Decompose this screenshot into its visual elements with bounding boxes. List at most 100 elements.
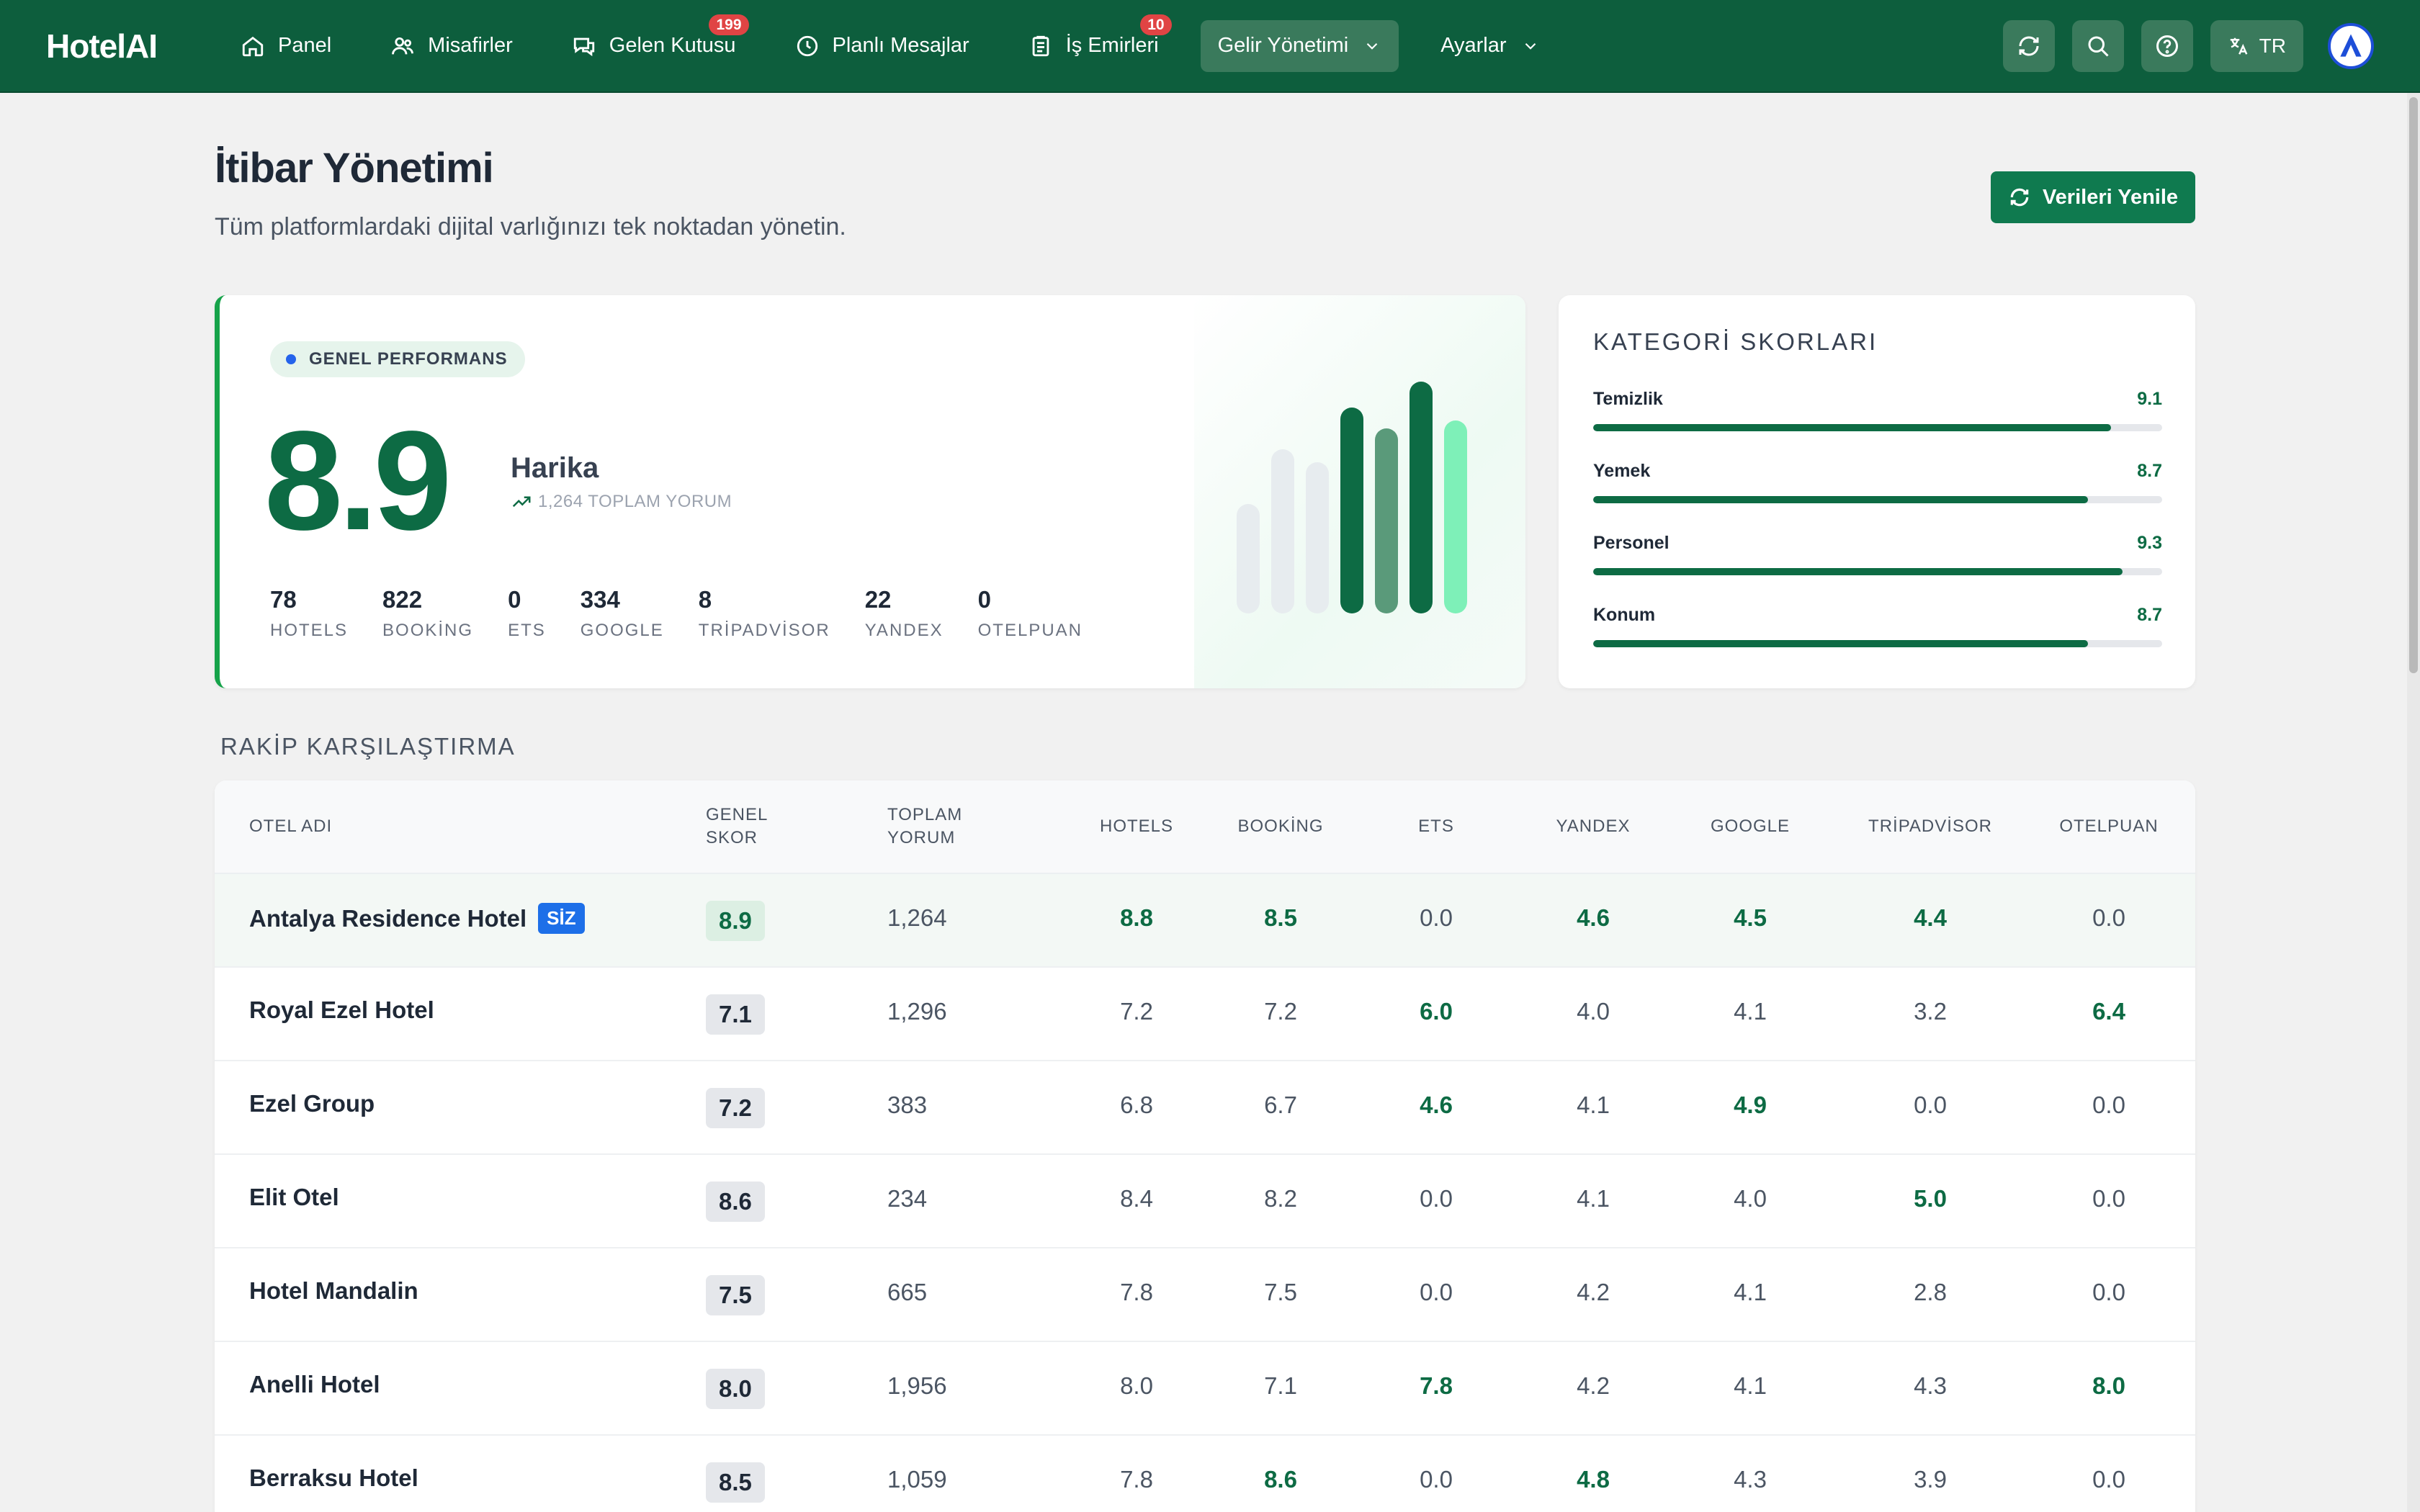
- platform-score-hotels: 7.2: [1120, 998, 1153, 1025]
- total-reviews-cell: 1,264: [887, 904, 947, 931]
- brand-logo[interactable]: HotelAI: [46, 27, 158, 66]
- scrollbar-thumb[interactable]: [2409, 97, 2418, 673]
- column-header-total-reviews[interactable]: TOPLAM YORUM: [887, 804, 962, 850]
- platform-score-booking: 7.2: [1264, 998, 1297, 1025]
- platform-score-hotels: 8.8: [1120, 904, 1153, 931]
- search-button[interactable]: [2071, 19, 2124, 72]
- overall-score-badge: 7.1: [706, 994, 765, 1035]
- platform-score-otelpuan: 8.0: [2092, 1372, 2125, 1399]
- table-row[interactable]: Berraksu Hotel 8.5 1,059 7.8 8.6 0.0 4.8 4.3 3.9…: [215, 1436, 2195, 1512]
- language-selector[interactable]: TR: [2210, 19, 2303, 72]
- platform-name: ETS: [508, 621, 546, 640]
- column-header-hotels[interactable]: HOTELS: [1100, 815, 1173, 838]
- work-orders-count-badge: 10: [1140, 14, 1172, 35]
- platform-score-otelpuan: 6.4: [2092, 998, 2125, 1025]
- platform-review-counts: 78 HOTELS 822 BOOKİNG 0 ETS 334 GOOGLE 8 TRİP…: [270, 586, 1117, 641]
- hotel-name: Antalya Residence Hotel: [249, 904, 527, 932]
- column-header-booking[interactable]: BOOKİNG: [1237, 815, 1323, 838]
- platform-score-otelpuan: 0.0: [2092, 1466, 2125, 1493]
- hotel-name: Hotel Mandalin: [249, 1277, 418, 1304]
- nav-item-scheduled-messages[interactable]: Planlı Mesajlar: [778, 20, 987, 72]
- platform-score-tripadvisor: 2.8: [1914, 1279, 1947, 1305]
- column-header-yandex[interactable]: YANDEX: [1556, 815, 1631, 838]
- decorative-bar: [1444, 420, 1467, 613]
- column-header-hotel-name[interactable]: OTEL ADI: [249, 815, 332, 838]
- nav-item-work-orders[interactable]: İş Emirleri 10: [1011, 14, 1176, 72]
- platform-score-google: 4.1: [1734, 1279, 1767, 1305]
- total-reviews-cell: 383: [887, 1092, 928, 1118]
- platform-score-hotels: 8.0: [1120, 1372, 1153, 1399]
- column-header-google[interactable]: GOOGLE: [1711, 815, 1790, 838]
- platform-score-yandex: 4.1: [1577, 1092, 1610, 1118]
- platform-score-booking: 6.7: [1264, 1092, 1297, 1118]
- platform-stat-yandex: 22 YANDEX: [865, 586, 944, 641]
- decorative-bar: [1306, 462, 1329, 613]
- category-row-food: Yemek 8.7: [1593, 461, 2162, 503]
- performance-pill-label: GENEL PERFORMANS: [309, 349, 508, 369]
- nav-item-guests[interactable]: Misafirler: [373, 20, 530, 72]
- category-scores-card: KATEGORİ SKORLARI Temizlik 9.1 Yemek 8.7 P…: [1559, 295, 2195, 688]
- page-subtitle: Tüm platformlardaki dijital varlığınızı …: [215, 213, 846, 240]
- column-header-ets[interactable]: ETS: [1418, 815, 1454, 838]
- column-header-overall-score[interactable]: GENEL SKOR: [706, 804, 768, 850]
- column-header-otelpuan[interactable]: OTELPUAN: [2059, 815, 2158, 838]
- sync-icon: [2019, 36, 2039, 55]
- performance-pill: GENEL PERFORMANS: [270, 341, 525, 377]
- table-row[interactable]: Anelli Hotel 8.0 1,956 8.0 7.1 7.8 4.2 4.1 4.3 8.…: [215, 1342, 2195, 1436]
- own-hotel-badge: SİZ: [538, 903, 585, 934]
- category-progress-fill: [1593, 496, 2089, 503]
- platform-score-tripadvisor: 3.9: [1914, 1466, 1947, 1493]
- category-progress-track: [1593, 424, 2162, 431]
- overall-score: 8.9: [264, 402, 452, 559]
- table-row[interactable]: Elit Otel 8.6 234 8.4 8.2 0.0 4.1 4.0 5.0 0.0: [215, 1155, 2195, 1248]
- platform-score-ets: 7.8: [1420, 1372, 1453, 1399]
- category-row-cleanliness: Temizlik 9.1: [1593, 389, 2162, 431]
- category-value: 9.3: [2137, 533, 2162, 553]
- chevron-down-icon: [1366, 42, 1378, 50]
- page-scrollbar[interactable]: [2407, 93, 2420, 1512]
- table-row[interactable]: Hotel Mandalin 7.5 665 7.8 7.5 0.0 4.2 4.1 2.8 0.…: [215, 1248, 2195, 1342]
- help-button[interactable]: [2141, 19, 2193, 72]
- table-row-own-hotel[interactable]: Antalya Residence Hotel SİZ 8.9 1,264 8.8 8.5…: [215, 874, 2195, 968]
- hotel-name-cell: Anelli Hotel: [249, 1371, 380, 1398]
- nav-item-revenue-management[interactable]: Gelir Yönetimi: [1200, 19, 1399, 72]
- help-icon: [2156, 35, 2178, 57]
- nav-item-settings[interactable]: Ayarlar: [1423, 20, 1556, 72]
- category-label: Personel: [1593, 533, 1670, 553]
- user-avatar[interactable]: [2328, 22, 2374, 69]
- table-row[interactable]: Ezel Group 7.2 383 6.8 6.7 4.6 4.1 4.9 0.0 0.0: [215, 1061, 2195, 1155]
- platform-score-booking: 8.6: [1264, 1466, 1297, 1493]
- nav-item-label: İş Emirleri: [1065, 34, 1159, 57]
- platform-count: 78: [270, 586, 297, 613]
- home-icon: [242, 36, 264, 56]
- platform-score-google: 4.0: [1734, 1185, 1767, 1212]
- search-icon: [2088, 36, 2109, 57]
- competitor-table: OTEL ADI GENEL SKOR TOPLAM YORUM HOTELS BOOK…: [215, 780, 2195, 1512]
- category-label: Konum: [1593, 605, 1656, 625]
- total-reviews-cell: 1,059: [887, 1466, 947, 1493]
- nav-item-panel[interactable]: Panel: [223, 20, 349, 72]
- inbox-count-badge: 199: [709, 14, 749, 35]
- refresh-data-button[interactable]: Verileri Yenile: [1991, 171, 2195, 223]
- platform-score-ets: 6.0: [1420, 998, 1453, 1025]
- column-header-tripadvisor[interactable]: TRİPADVİSOR: [1868, 815, 1992, 838]
- top-navbar: HotelAI Panel Misafirler Gelen Kutusu 19…: [0, 0, 2420, 93]
- platform-score-google: 4.3: [1734, 1466, 1767, 1493]
- total-reviews: 1,264 TOPLAM YORUM: [511, 491, 732, 513]
- table-row[interactable]: Royal Ezel Hotel 7.1 1,296 7.2 7.2 6.0 4.0 4.1 3…: [215, 968, 2195, 1061]
- platform-stat-hotels: 78 HOTELS: [270, 586, 348, 641]
- sync-button[interactable]: [2002, 19, 2055, 72]
- category-value: 9.1: [2137, 389, 2162, 409]
- platform-name: BOOKİNG: [382, 621, 474, 640]
- hotel-name: Royal Ezel Hotel: [249, 996, 434, 1023]
- overall-score-badge: 8.9: [706, 901, 765, 941]
- decorative-bar: [1237, 504, 1260, 613]
- platform-score-hotels: 7.8: [1120, 1466, 1153, 1493]
- nav-item-inbox[interactable]: Gelen Kutusu 199: [555, 14, 753, 72]
- platform-count: 8: [698, 586, 712, 613]
- hotel-name: Ezel Group: [249, 1090, 375, 1117]
- platform-score-yandex: 4.0: [1577, 998, 1610, 1025]
- category-progress-track: [1593, 568, 2162, 575]
- platform-score-booking: 7.5: [1264, 1279, 1297, 1305]
- platform-score-otelpuan: 0.0: [2092, 1092, 2125, 1118]
